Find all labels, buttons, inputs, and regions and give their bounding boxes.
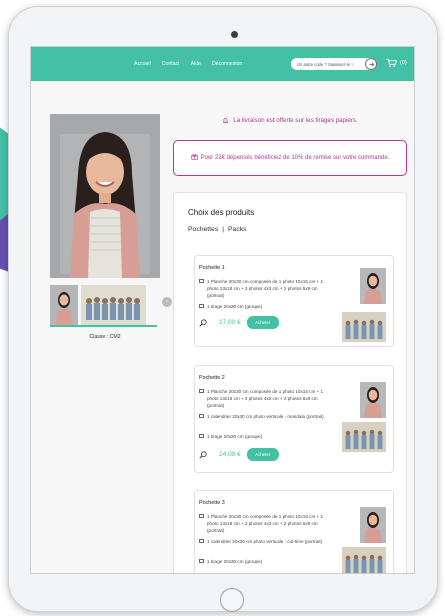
nav-link-aide[interactable]: Aide (191, 61, 201, 67)
zoom-icon[interactable] (199, 318, 207, 327)
product-portrait-image (360, 507, 386, 543)
product-name: Pochette 1 (199, 265, 225, 271)
tab-pochettes[interactable]: Pochettes (188, 226, 218, 233)
product-price: 24,00 € (219, 451, 241, 458)
product-group-image (342, 422, 386, 452)
cart-button[interactable]: (0) (386, 58, 407, 68)
gift-icon (190, 154, 198, 160)
tab-separator: | (222, 226, 224, 233)
product-card-3: Pochette 3 1 Planche 20x30 cm composée d… (194, 490, 394, 573)
product-card-2: Pochette 2 1 Planche 20x30 cm composée d… (194, 365, 394, 473)
portrait-illustration (50, 114, 160, 278)
doc-icon (199, 389, 204, 393)
product-card-1: Pochette 1 1 Planche 20x30 cm composée d… (194, 255, 394, 347)
nav-link-accueil[interactable]: Accueil (134, 61, 151, 67)
price-row: 17,00 € Acheter (199, 316, 279, 329)
product-line: 1 Planche 20x30 cm composée de 1 photo 1… (199, 388, 327, 409)
cart-icon (386, 58, 397, 68)
bell-icon (223, 117, 229, 123)
buy-button[interactable]: Acheter (246, 316, 279, 329)
class-label: Classe : CM2 (89, 334, 121, 340)
product-line: 1 tirage 20x30 cm (groupe) (199, 433, 327, 440)
product-portrait-image (360, 268, 386, 304)
thumbnail-portrait[interactable] (50, 285, 78, 325)
app-screen: Accueil Contact Aide Déconnexion Un autr… (30, 46, 415, 574)
doc-icon (199, 514, 204, 518)
doc-icon (199, 539, 204, 543)
doc-icon (199, 559, 204, 563)
products-title: Choix des produits (188, 208, 255, 217)
chevron-right-icon[interactable]: › (162, 297, 172, 307)
nav-links: Accueil Contact Aide Déconnexion (134, 47, 242, 81)
home-button[interactable] (220, 588, 244, 612)
product-price: 17,00 € (219, 319, 241, 326)
product-line: 1 Planche 20x30 cm composée de 1 photo 1… (199, 513, 327, 534)
promo-banner: Pour 22€ dépensés bénéficiez de 10% de r… (173, 140, 407, 176)
promo-line: Pour 22€ dépensés bénéficiez de 10% de r… (190, 153, 390, 163)
product-name: Pochette 2 (199, 375, 225, 381)
delivery-text: La livraison est offerte sur les tirages… (233, 116, 358, 124)
promo-text: Pour 22€ dépensés bénéficiez de 10% de r… (200, 155, 390, 161)
product-line: 1 tirage 20x30 cm (groupe) (199, 558, 327, 565)
product-group-image (342, 547, 386, 573)
doc-icon (199, 304, 204, 308)
buy-button[interactable]: Acheter (246, 448, 279, 461)
product-portrait-image (360, 382, 386, 418)
doc-icon (199, 414, 204, 418)
cart-count: (0) (400, 60, 407, 66)
product-line: 1 tirage 20x30 cm (groupe) (199, 303, 327, 310)
search-submit-button[interactable] (365, 58, 377, 70)
thumbnail-strip: › (50, 285, 172, 327)
nav-link-deconnexion[interactable]: Déconnexion (212, 61, 242, 67)
doc-icon (199, 434, 204, 438)
product-group-image (342, 312, 386, 342)
product-line: 1 calendrier 20x30 cm photo verticale - … (199, 538, 327, 545)
zoom-icon[interactable] (199, 450, 207, 459)
thumbnail-group[interactable] (81, 285, 146, 325)
doc-icon (199, 279, 204, 283)
code-search-field[interactable]: Un autre code ? Saisissez-le ! (291, 58, 377, 70)
thumbnail-indicator (50, 325, 157, 327)
product-name: Pochette 3 (199, 500, 225, 506)
delivery-notice: La livraison est offerte sur les tirages… (173, 113, 407, 127)
tab-packs[interactable]: Packs (228, 226, 247, 233)
camera-icon (231, 31, 238, 38)
main-portrait-photo[interactable] (50, 114, 160, 278)
product-line: 1 calendrier 20x30 cm photo verticale - … (199, 413, 327, 420)
products-panel: Choix des produits Pochettes | Packs Poche… (173, 192, 407, 573)
arrow-right-icon (368, 61, 374, 67)
navbar: Accueil Contact Aide Déconnexion Un autr… (31, 47, 414, 81)
price-row: 24,00 € Acheter (199, 448, 279, 461)
product-line: 1 Planche 20x30 cm composée de 1 photo 1… (199, 278, 327, 299)
nav-link-contact[interactable]: Contact (162, 61, 180, 67)
product-tabs: Pochettes | Packs (188, 226, 247, 233)
code-search-input[interactable]: Un autre code ? Saisissez-le ! (297, 62, 365, 67)
